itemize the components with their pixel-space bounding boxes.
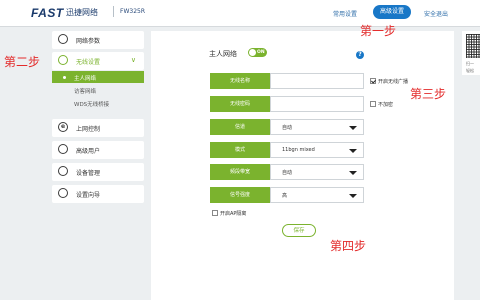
host-network-toggle[interactable]: ON <box>248 48 267 57</box>
sidebar: 网络参数 无线设置 ∨ 主人网络 访客网络 WDS无线桥接 e 上网控制 高级用… <box>52 31 144 300</box>
ssid-label: 无线名称 <box>210 73 270 89</box>
channel-value: 自动 <box>282 125 293 131</box>
qr-caption-2: 轻松 <box>466 68 474 73</box>
sidebar-item-label: 上网控制 <box>76 126 101 133</box>
password-label: 无线密码 <box>210 96 270 112</box>
sidebar-subitem-label: 访客网络 <box>74 89 97 95</box>
annotation-step4: 第四步 <box>330 239 367 253</box>
wifi-icon <box>58 55 68 65</box>
sidebar-item-label: 网络参数 <box>76 38 101 45</box>
ssid-row: 无线名称 <box>210 73 364 89</box>
bullet-icon <box>63 76 66 79</box>
signal-label: 信号强度 <box>210 187 270 203</box>
help-icon[interactable]: ? <box>356 51 364 59</box>
signal-value: 高 <box>282 193 288 199</box>
user-icon <box>58 144 68 154</box>
sidebar-item-label: 设置向导 <box>76 192 101 199</box>
chevron-down-icon: ∨ <box>130 56 136 64</box>
sidebar-item-device-management[interactable]: 设备管理 <box>52 163 144 181</box>
mode-row: 模式 11bgn mixed <box>210 142 364 158</box>
ssid-input[interactable] <box>270 73 364 89</box>
broadcast-label: 开启无线广播 <box>378 79 409 85</box>
dropdown-arrow-icon <box>349 126 357 130</box>
qr-caption-1: 扫一 <box>466 61 474 66</box>
channel-label: 信道 <box>210 119 270 135</box>
channel-row: 信道 自动 <box>210 119 364 135</box>
bandwidth-select[interactable]: 自动 <box>270 164 364 180</box>
ie-icon: e <box>58 122 68 132</box>
save-button[interactable]: 保存 <box>282 224 316 237</box>
sidebar-item-label: 设备管理 <box>76 170 101 177</box>
sidebar-item-advanced-user[interactable]: 高级用户 <box>52 141 144 159</box>
qr-code-icon <box>466 34 480 58</box>
sidebar-item-setup-wizard[interactable]: 设置向导 <box>52 185 144 203</box>
sidebar-item-wireless[interactable]: 无线设置 ∨ <box>52 52 144 70</box>
bandwidth-label: 频段带宽 <box>210 164 270 180</box>
mode-value: 11bgn mixed <box>282 147 315 153</box>
password-input[interactable] <box>270 96 364 112</box>
broadcast-checkbox[interactable] <box>370 78 376 84</box>
channel-select[interactable]: 自动 <box>270 119 364 135</box>
dropdown-arrow-icon <box>349 149 357 153</box>
divider <box>113 6 114 17</box>
nav-advanced-settings[interactable]: 高级设置 <box>373 5 411 19</box>
dropdown-arrow-icon <box>349 194 357 198</box>
qr-panel: 扫一 轻松 <box>462 31 480 75</box>
model-name: FW325R <box>120 8 146 15</box>
password-row: 无线密码 <box>210 96 364 112</box>
mode-select[interactable]: 11bgn mixed <box>270 142 364 158</box>
annotation-step3: 第三步 <box>410 87 447 101</box>
nav-logout[interactable]: 安全退出 <box>424 9 448 18</box>
bandwidth-row: 频段带宽 自动 <box>210 164 364 180</box>
dropdown-arrow-icon <box>349 171 357 175</box>
toggle-label: ON <box>257 49 265 55</box>
sidebar-item-label: 无线设置 <box>76 59 101 66</box>
section-title: 主人网络 <box>209 50 237 58</box>
nav-common-settings[interactable]: 常用设置 <box>333 9 357 18</box>
sidebar-subitem-wds[interactable]: WDS无线桥接 <box>52 97 144 109</box>
sidebar-subitem-label: 主人网络 <box>74 76 97 82</box>
brand-name: 迅捷网络 <box>66 8 98 17</box>
annotation-step2: 第二步 <box>4 55 41 69</box>
top-bar: FAST 迅捷网络 FW325R 常用设置 高级设置 安全退出 <box>0 0 480 27</box>
sidebar-subitem-label: WDS无线桥接 <box>74 102 110 108</box>
ap-isolation-checkbox[interactable] <box>212 210 218 216</box>
no-encrypt-label: 不加密 <box>378 102 394 108</box>
sidebar-subitem-guest-network[interactable]: 访客网络 <box>52 84 144 96</box>
brand-logo: FAST <box>31 6 64 20</box>
sidebar-item-network[interactable]: 网络参数 <box>52 31 144 49</box>
bandwidth-value: 自动 <box>282 170 293 176</box>
wizard-icon <box>58 188 68 198</box>
globe-icon <box>58 34 68 44</box>
ap-isolation-label: 开启AP隔离 <box>220 211 247 217</box>
gear-icon <box>58 166 68 176</box>
annotation-step1: 第一步 <box>360 24 397 38</box>
sidebar-item-access-control[interactable]: e 上网控制 <box>52 119 144 137</box>
toggle-knob <box>249 49 256 56</box>
mode-label: 模式 <box>210 142 270 158</box>
no-encrypt-checkbox[interactable] <box>370 101 376 107</box>
signal-select[interactable]: 高 <box>270 187 364 203</box>
sidebar-subitem-host-network[interactable]: 主人网络 <box>52 71 144 83</box>
signal-row: 信号强度 高 <box>210 187 364 203</box>
sidebar-item-label: 高级用户 <box>76 148 101 155</box>
